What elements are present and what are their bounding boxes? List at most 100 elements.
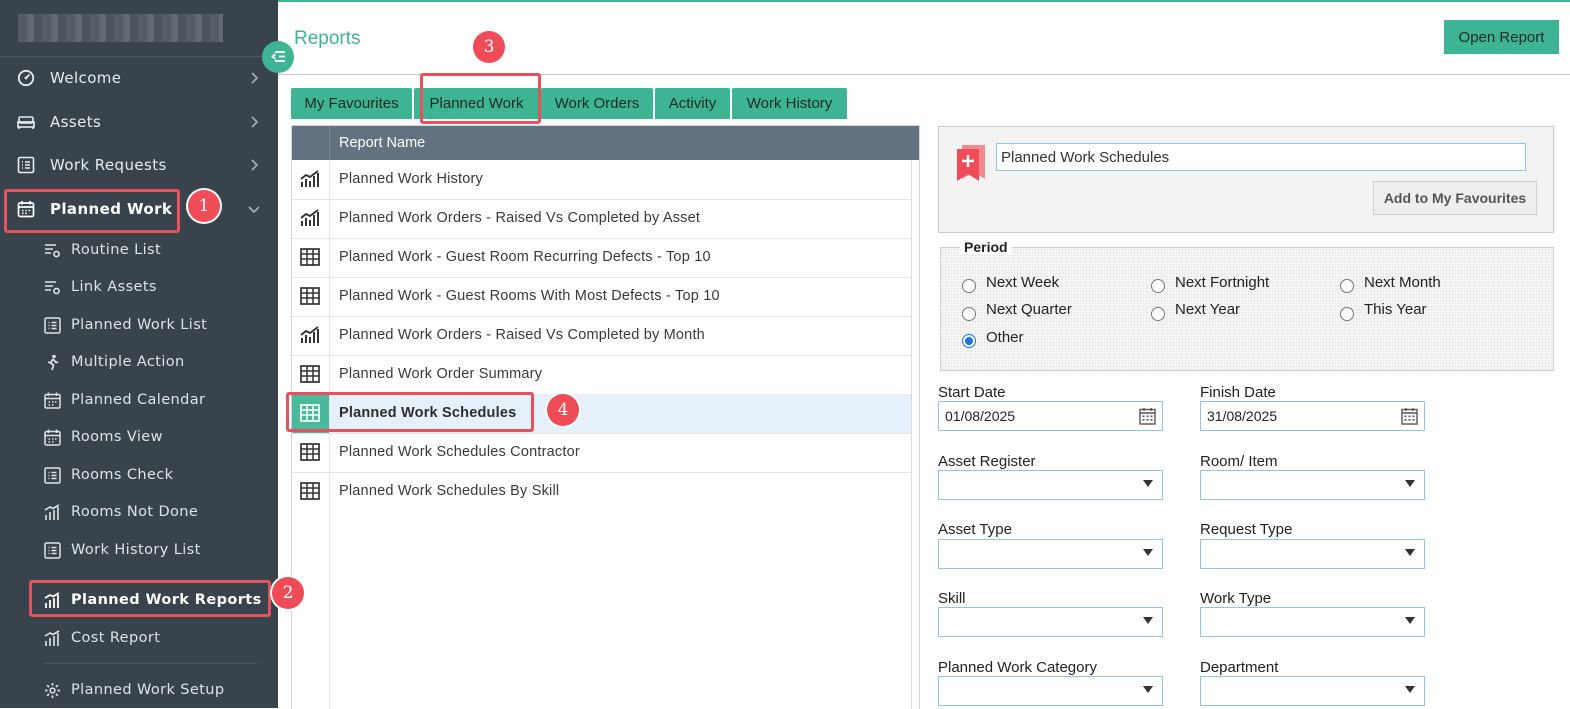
calendar-icon[interactable] bbox=[1139, 407, 1156, 425]
radio-next-month[interactable] bbox=[1340, 279, 1354, 293]
sidebar-item-rooms-not-done[interactable]: Rooms Not Done bbox=[0, 495, 278, 529]
sidebar-item-cost-report[interactable]: Cost Report bbox=[0, 621, 278, 655]
table-icon bbox=[300, 248, 320, 266]
report-row-selected[interactable]: Planned Work Schedules bbox=[292, 394, 911, 434]
sidebar-item-label: Work History List bbox=[71, 542, 201, 558]
sidebar-item-planned-calendar[interactable]: Planned Calendar bbox=[0, 383, 278, 417]
sidebar-item-work-history-list[interactable]: Work History List bbox=[0, 533, 278, 567]
report-row[interactable]: Planned Work - Guest Room Recurring Defe… bbox=[292, 238, 911, 278]
room-item-label: Room/ Item bbox=[1200, 453, 1278, 470]
sidebar-item-rooms-view[interactable]: Rooms View bbox=[0, 420, 278, 454]
favourite-panel: Add to My Favourites bbox=[938, 126, 1554, 233]
report-name: Planned Work History bbox=[339, 171, 483, 187]
sidebar-item-label: Planned Work List bbox=[71, 317, 208, 333]
chevron-right-icon bbox=[251, 72, 259, 84]
sidebar-item-planned-work-setup[interactable]: Planned Work Setup bbox=[0, 673, 278, 707]
planned-work-category-select[interactable] bbox=[938, 676, 1163, 706]
report-row[interactable]: Planned Work Schedules By Skill bbox=[292, 472, 911, 511]
asset-register-label: Asset Register bbox=[938, 453, 1036, 470]
report-name: Planned Work - Guest Rooms With Most Def… bbox=[339, 288, 720, 304]
dropdown-arrow-icon bbox=[1143, 617, 1153, 624]
nav-item-label: Planned Work bbox=[50, 200, 173, 218]
department-label: Department bbox=[1200, 659, 1279, 676]
nav-item-label: Assets bbox=[50, 113, 102, 131]
nav-item-assets[interactable]: Assets bbox=[0, 102, 278, 142]
table-icon bbox=[300, 287, 320, 305]
dropdown-arrow-icon bbox=[1405, 549, 1415, 556]
divider bbox=[278, 74, 1570, 75]
report-list-header: Report Name bbox=[292, 126, 919, 160]
sidebar-item-multiple-action[interactable]: Multiple Action bbox=[0, 345, 278, 379]
sidebar-item-planned-work-list[interactable]: Planned Work List bbox=[0, 308, 278, 342]
report-row[interactable]: Planned Work Orders - Raised Vs Complete… bbox=[292, 199, 911, 239]
sidebar-item-label: Link Assets bbox=[71, 279, 157, 295]
calendar-icon bbox=[44, 429, 61, 446]
work-type-select[interactable] bbox=[1200, 607, 1425, 637]
page-title: Reports bbox=[294, 28, 361, 49]
sidebar-item-link-assets[interactable]: Link Assets bbox=[0, 270, 278, 304]
dropdown-arrow-icon bbox=[1405, 686, 1415, 693]
list-icon bbox=[17, 156, 35, 174]
list-icon bbox=[44, 317, 61, 334]
report-name: Planned Work Orders - Raised Vs Complete… bbox=[339, 327, 705, 343]
sidebar-item-label: Planned Work Reports bbox=[71, 592, 262, 608]
report-name: Planned Work Order Summary bbox=[339, 366, 543, 382]
report-row[interactable]: Planned Work Order Summary bbox=[292, 355, 911, 395]
radio-next-week[interactable] bbox=[962, 279, 976, 293]
nav-item-planned-work[interactable]: Planned Work bbox=[0, 189, 278, 229]
chevron-right-icon bbox=[251, 116, 259, 128]
list-icon bbox=[44, 467, 61, 484]
divider bbox=[44, 663, 258, 664]
tab-activity[interactable]: Activity bbox=[655, 88, 730, 119]
tab-my-favourites[interactable]: My Favourites bbox=[291, 88, 412, 119]
step-badge: 4 bbox=[547, 394, 579, 426]
radio-next-year[interactable] bbox=[1151, 307, 1165, 321]
period-legend: Period bbox=[960, 239, 1012, 255]
blurred-logo bbox=[18, 14, 223, 42]
report-name: Planned Work Schedules bbox=[339, 405, 517, 421]
top-accent-line bbox=[278, 0, 1570, 2]
request-type-label: Request Type bbox=[1200, 521, 1293, 538]
radio-next-quarter[interactable] bbox=[962, 307, 976, 321]
tab-planned-work[interactable]: Planned Work bbox=[414, 88, 539, 119]
request-type-select[interactable] bbox=[1200, 539, 1425, 569]
table-icon bbox=[300, 482, 320, 500]
dropdown-arrow-icon bbox=[1405, 617, 1415, 624]
gear-icon bbox=[45, 683, 60, 698]
nav-item-welcome[interactable]: Welcome bbox=[0, 58, 278, 98]
report-row[interactable]: Planned Work Orders - Raised Vs Complete… bbox=[292, 316, 911, 356]
finish-date-field[interactable]: 31/08/2025 bbox=[1200, 401, 1425, 431]
step-badge: 2 bbox=[272, 577, 304, 609]
asset-type-select[interactable] bbox=[938, 539, 1163, 569]
divider bbox=[0, 56, 278, 57]
tab-work-orders[interactable]: Work Orders bbox=[541, 88, 653, 119]
nav-item-work-requests[interactable]: Work Requests bbox=[0, 145, 278, 185]
radio-this-year[interactable] bbox=[1340, 307, 1354, 321]
bar-chart-icon bbox=[44, 630, 60, 646]
collapse-sidebar-button[interactable] bbox=[262, 41, 294, 73]
skill-select[interactable] bbox=[938, 607, 1163, 637]
open-report-button[interactable]: Open Report bbox=[1444, 20, 1559, 54]
dropdown-arrow-icon bbox=[1143, 686, 1153, 693]
sidebar-item-planned-work-reports[interactable]: Planned Work Reports bbox=[0, 583, 278, 617]
dashboard-icon bbox=[17, 69, 35, 87]
radio-next-fortnight[interactable] bbox=[1151, 279, 1165, 293]
sidebar-item-routine-list[interactable]: Routine List bbox=[0, 233, 278, 267]
favourite-name-input[interactable] bbox=[996, 143, 1526, 171]
tab-work-history[interactable]: Work History bbox=[732, 88, 847, 119]
report-row[interactable]: Planned Work History bbox=[292, 160, 911, 200]
report-row[interactable]: Planned Work - Guest Rooms With Most Def… bbox=[292, 277, 911, 317]
sidebar-item-rooms-check[interactable]: Rooms Check bbox=[0, 458, 278, 492]
report-row[interactable]: Planned Work Schedules Contractor bbox=[292, 433, 911, 473]
start-date-field[interactable]: 01/08/2025 bbox=[938, 401, 1163, 431]
start-date-label: Start Date bbox=[938, 384, 1006, 401]
sidebar-item-label: Rooms View bbox=[71, 429, 163, 445]
department-select[interactable] bbox=[1200, 676, 1425, 706]
calendar-icon[interactable] bbox=[1401, 407, 1418, 425]
finish-date-value: 31/08/2025 bbox=[1207, 408, 1278, 424]
radio-other[interactable] bbox=[962, 334, 976, 348]
add-to-favourites-button[interactable]: Add to My Favourites bbox=[1373, 181, 1537, 215]
asset-register-select[interactable] bbox=[938, 470, 1163, 500]
room-item-select[interactable] bbox=[1200, 470, 1425, 500]
sidebar-item-label: Rooms Check bbox=[71, 467, 174, 483]
